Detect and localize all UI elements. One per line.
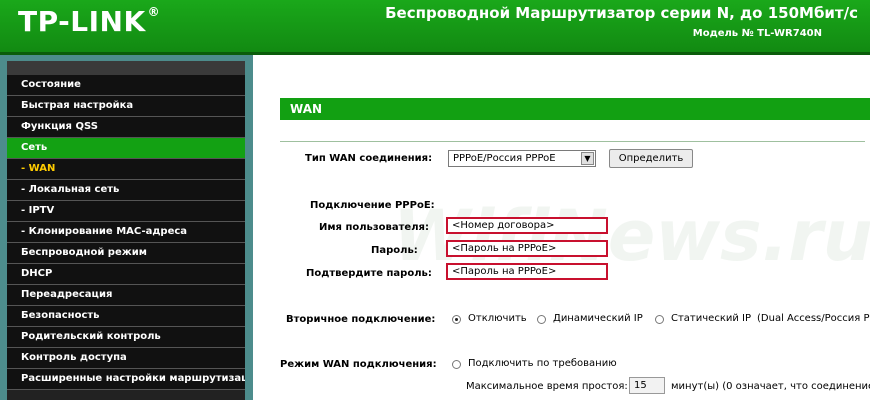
sidebar: Состояние Быстрая настройка Функция QSS … [0,55,253,400]
radio-disable[interactable] [452,315,461,324]
section-divider [280,141,865,142]
chevron-down-icon: ▼ [581,152,594,165]
sidebar-subitem-lan[interactable]: - Локальная сеть [7,180,245,201]
model-number: Модель № TL-WR740N [692,28,822,39]
option-disable-label: Отключить [468,313,527,324]
header: TP-LINK ® Беспроводной Маршрутизатор сери… [0,0,870,52]
wan-mode-label: Режим WAN подключения: [280,359,437,370]
sidebar-top-gap [7,61,245,75]
username-label: Имя пользователя: [319,222,429,233]
secondary-connection-label: Вторичное подключение: [286,314,436,325]
logo: TP-LINK ® [18,5,161,38]
pppoe-heading: Подключение PPPoE: [310,200,435,211]
sidebar-item-network[interactable]: Сеть [7,138,245,159]
product-title: Беспроводной Маршрутизатор серии N, до 1… [385,4,858,22]
dual-access-note: (Dual Access/Россия P [757,313,870,324]
sidebar-item-parental-control[interactable]: Родительский контроль [7,327,245,348]
confirm-password-label: Подтвердите пароль: [306,268,432,279]
sidebar-item-wireless[interactable]: Беспроводной режим [7,243,245,264]
sidebar-item-dhcp[interactable]: DHCP [7,264,245,285]
section-title-bar: WAN [280,98,870,120]
sidebar-item-status[interactable]: Состояние [7,75,245,96]
sidebar-item-advanced-routing[interactable]: Расширенные настройки маршрутизации [7,369,245,390]
wan-type-label: Тип WAN соединения: [305,153,433,164]
password-input[interactable]: <Пароль на PPPoE> [446,240,608,257]
sidebar-item-security[interactable]: Безопасность [7,306,245,327]
radio-static-ip[interactable] [655,315,664,324]
wan-type-select[interactable]: PPPoE/Россия PPPoE ▼ [448,150,596,167]
sidebar-item-quick-setup[interactable]: Быстрая настройка [7,96,245,117]
sidebar-item-access-control[interactable]: Контроль доступа [7,348,245,369]
sidebar-menu: Состояние Быстрая настройка Функция QSS … [7,61,245,400]
option-dynamic-ip-label: Динамический IP [553,313,643,324]
idle-time-suffix: минут(ы) (0 означает, что соединение б [671,381,870,392]
registered-mark: ® [147,5,161,19]
radio-dynamic-ip[interactable] [537,315,546,324]
sidebar-subitem-iptv[interactable]: - IPTV [7,201,245,222]
sidebar-item-forwarding[interactable]: Переадресация [7,285,245,306]
idle-time-label: Максимальное время простоя: [466,381,628,392]
sidebar-item-qss[interactable]: Функция QSS [7,117,245,138]
detect-button[interactable]: Определить [609,149,693,168]
password-label: Пароль: [371,245,418,256]
sidebar-subitem-mac-clone[interactable]: - Клонирование MAC-адреса [7,222,245,243]
wan-type-value: PPPoE/Россия PPPoE [453,153,556,164]
connect-on-demand-label: Подключить по требованию [468,358,617,369]
confirm-password-input[interactable]: <Пароль на PPPoE> [446,263,608,280]
main-panel: WifiNews.ru WAN Тип WAN соединения: PPPo… [253,55,870,400]
idle-time-input[interactable]: 15 [629,377,665,394]
sidebar-subitem-wan[interactable]: - WAN [7,159,245,180]
username-input[interactable]: <Номер договора> [446,217,608,234]
option-static-ip-label: Статический IP [671,313,752,324]
radio-connect-on-demand[interactable] [452,360,461,369]
